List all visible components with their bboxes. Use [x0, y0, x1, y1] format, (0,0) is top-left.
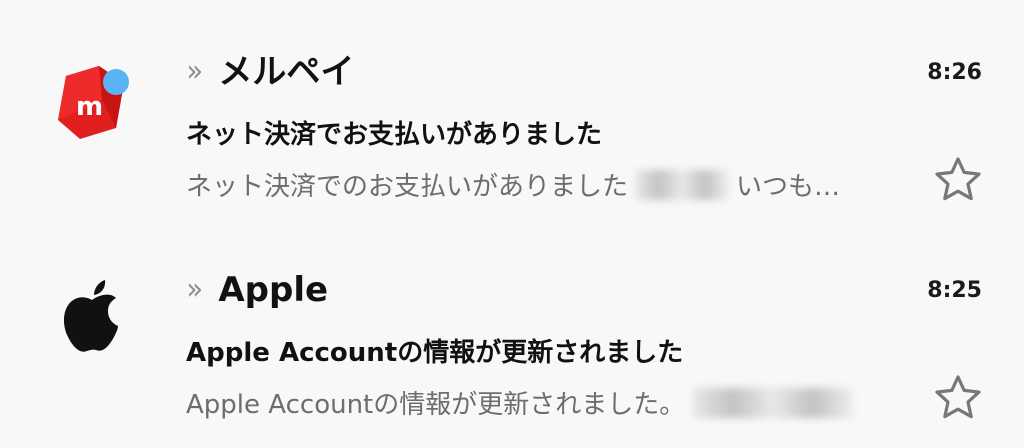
sender-row: » メルペイ	[186, 48, 355, 96]
sender-name: Apple	[218, 270, 329, 310]
importance-chevron-icon: »	[186, 54, 204, 89]
importance-chevron-icon: »	[186, 272, 204, 307]
star-icon	[935, 157, 981, 201]
mail-item-apple[interactable]: » Apple 8:25 Apple Accountの情報が更新されました Ap…	[0, 238, 1024, 438]
svg-text:m: m	[76, 92, 103, 122]
merpay-logo-icon: m	[58, 66, 129, 139]
merpay-avatar: m	[48, 60, 132, 144]
received-time: 8:25	[927, 278, 982, 303]
mail-subject: Apple Accountの情報が更新されました	[186, 338, 684, 368]
preview-text-start: Apple Accountの情報が更新されました。	[186, 390, 686, 420]
mail-preview: Apple Accountの情報が更新されました。	[186, 384, 861, 421]
sender-name: メルペイ	[218, 52, 355, 92]
preview-text-start: ネット決済でのお支払いがありました	[186, 172, 629, 202]
star-button[interactable]	[932, 372, 984, 424]
redacted-preview-text	[636, 169, 729, 200]
apple-avatar	[56, 274, 128, 358]
mail-item-merpay[interactable]: m » メルペイ 8:26 ネット決済でお支払いがありました ネット決済でのお支…	[0, 20, 1024, 220]
star-icon	[935, 375, 981, 419]
star-button[interactable]	[932, 154, 984, 206]
redacted-preview-text	[693, 387, 854, 418]
preview-text-end: いつも…	[736, 172, 841, 202]
mail-list: m » メルペイ 8:26 ネット決済でお支払いがありました ネット決済でのお支…	[0, 0, 1024, 448]
mail-preview: ネット決済でのお支払いがありました いつも…	[186, 166, 840, 203]
received-time: 8:26	[927, 60, 982, 85]
mail-subject: ネット決済でお支払いがありました	[186, 120, 603, 150]
apple-logo-icon	[63, 280, 118, 352]
sender-row: » Apple	[186, 266, 329, 314]
